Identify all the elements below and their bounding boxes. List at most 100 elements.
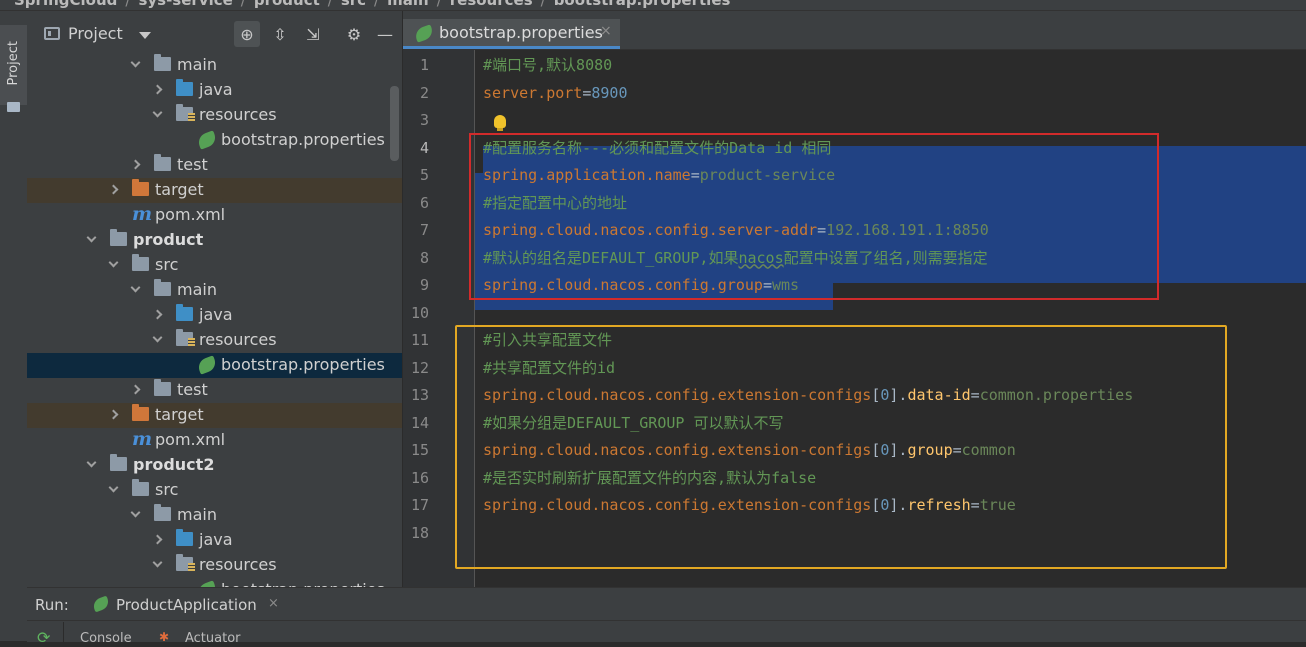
tab-console[interactable]: Console: [80, 631, 132, 646]
tree-item-test[interactable]: test: [27, 378, 402, 403]
close-icon[interactable]: ×: [268, 596, 279, 611]
code-token: 8900: [591, 83, 628, 102]
tree-item-product[interactable]: product: [27, 228, 402, 253]
tree-item-resources[interactable]: resources: [27, 553, 402, 578]
breadcrumb: SpringCloud / sys-service / product / src / main…: [0, 0, 1306, 11]
maven-icon: m: [132, 203, 153, 225]
chevron-right-icon[interactable]: [152, 84, 163, 95]
run-config-name: ProductApplication: [116, 596, 257, 614]
tree-item-target[interactable]: target: [27, 403, 402, 428]
chevron-right-icon[interactable]: [152, 309, 163, 320]
chevron-right-icon[interactable]: [130, 384, 141, 395]
chevron-down-icon[interactable]: [130, 282, 141, 293]
chevron-down-icon[interactable]: [108, 482, 119, 493]
tree-item-main[interactable]: main: [27, 53, 402, 78]
tree-item-label: test: [177, 380, 208, 399]
code-token: server.port: [483, 83, 583, 102]
line-number: 4: [419, 138, 429, 157]
tree-item-bootstrap-properties[interactable]: bootstrap.properties: [27, 128, 402, 153]
spring-properties-icon: [196, 130, 218, 150]
breadcrumb-separator: /: [327, 0, 333, 9]
tree-item-product2[interactable]: product2: [27, 453, 402, 478]
line-number: 2: [419, 83, 429, 102]
source-folder-icon: [176, 529, 193, 546]
breadcrumb-separator: /: [436, 0, 442, 9]
code-line[interactable]: #端口号,默认8080: [483, 52, 612, 79]
tree-item-label: test: [177, 155, 208, 174]
breadcrumb-item[interactable]: bootstrap.properties: [554, 0, 731, 9]
chevron-right-icon[interactable]: [108, 409, 119, 420]
tree-item-bootstrap-properties[interactable]: bootstrap.properties: [27, 353, 402, 378]
tree-item-label: pom.xml: [155, 430, 226, 449]
breadcrumb-path: SpringCloud / sys-service / product / src / main…: [14, 0, 730, 9]
hide-panel-icon[interactable]: —: [372, 21, 398, 47]
line-number: 7: [419, 221, 429, 239]
tree-item-resources[interactable]: resources: [27, 103, 402, 128]
tree-item-bootstrap-properties[interactable]: bootstrap.properties: [27, 578, 402, 587]
chevron-down-icon[interactable]: [130, 507, 141, 518]
code-line[interactable]: server.port=8900: [483, 80, 628, 107]
tree-item-label: target: [155, 180, 204, 199]
run-config-tab[interactable]: ProductApplication ×: [85, 592, 285, 618]
tree-item-src[interactable]: src: [27, 253, 402, 278]
breadcrumb-item[interactable]: src: [341, 0, 366, 9]
chevron-down-icon[interactable]: [152, 557, 163, 568]
rerun-icon[interactable]: ⟳: [37, 628, 50, 647]
tree-item-java[interactable]: java: [27, 78, 402, 103]
chevron-down-icon[interactable]: [152, 332, 163, 343]
tree-item-resources[interactable]: resources: [27, 328, 402, 353]
editor-tab-bootstrap-properties[interactable]: bootstrap.properties ×: [403, 19, 620, 49]
breadcrumb-item[interactable]: resources: [450, 0, 533, 9]
locate-file-icon[interactable]: ⊕: [234, 21, 260, 47]
tree-item-main[interactable]: main: [27, 503, 402, 528]
chevron-right-icon[interactable]: [108, 184, 119, 195]
chevron-right-icon[interactable]: [130, 159, 141, 170]
line-number: 5: [419, 166, 429, 184]
tree-item-label: resources: [199, 555, 277, 574]
lightbulb-icon[interactable]: [494, 115, 506, 131]
tree-item-label: bootstrap.properties: [221, 355, 385, 374]
gear-icon[interactable]: ⚙: [341, 21, 367, 47]
tree-item-pom-xml[interactable]: m pom.xml: [27, 428, 402, 453]
folder-icon: [132, 479, 149, 496]
module-folder-icon: [110, 454, 127, 471]
chevron-right-icon[interactable]: [152, 534, 163, 545]
tab-actuator[interactable]: Actuator: [185, 631, 241, 646]
chevron-down-icon[interactable]: [139, 32, 151, 39]
tree-item-label: resources: [199, 330, 277, 349]
tree-item-java[interactable]: java: [27, 303, 402, 328]
source-folder-icon: [176, 79, 193, 96]
tree-item-pom-xml[interactable]: m pom.xml: [27, 203, 402, 228]
line-number: 18: [410, 523, 429, 542]
breadcrumb-item[interactable]: product: [254, 0, 320, 9]
chevron-down-icon[interactable]: [86, 457, 97, 468]
spring-properties-icon: [196, 580, 218, 587]
line-number: 8: [419, 248, 429, 267]
breadcrumb-item[interactable]: SpringCloud: [14, 0, 117, 9]
project-tree-scrollbar[interactable]: [390, 86, 399, 161]
folder-icon: [7, 102, 20, 112]
tree-item-target[interactable]: target: [27, 178, 402, 203]
chevron-down-icon[interactable]: [86, 232, 97, 243]
project-tool-window-button[interactable]: Project: [0, 25, 27, 112]
chevron-down-icon[interactable]: [108, 257, 119, 268]
tree-item-java[interactable]: java: [27, 528, 402, 553]
resources-folder-icon: [176, 104, 195, 122]
resources-folder-icon: [176, 329, 195, 347]
expand-all-icon[interactable]: ⇳: [267, 21, 293, 47]
tree-item-test[interactable]: test: [27, 153, 402, 178]
tree-item-src[interactable]: src: [27, 478, 402, 503]
project-view-icon: [44, 27, 60, 40]
tree-item-main[interactable]: main: [27, 278, 402, 303]
collapse-all-icon[interactable]: ⇲: [300, 21, 326, 47]
breadcrumb-item[interactable]: main: [387, 0, 429, 9]
project-view-title[interactable]: Project: [68, 24, 123, 43]
chevron-down-icon[interactable]: [130, 57, 141, 68]
breadcrumb-separator: /: [374, 0, 380, 9]
chevron-down-icon[interactable]: [152, 107, 163, 118]
breadcrumb-item[interactable]: sys-service: [138, 0, 232, 9]
folder-icon: [132, 254, 149, 271]
code-token: #端口号,默认8080: [483, 56, 613, 74]
close-icon[interactable]: ×: [600, 23, 612, 39]
excluded-folder-icon: [132, 404, 149, 421]
